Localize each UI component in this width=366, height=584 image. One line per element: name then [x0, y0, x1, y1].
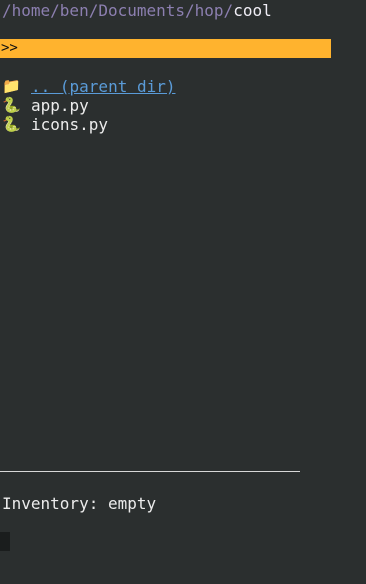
list-item-parent-dir[interactable]: 📁 .. (parent dir) [2, 77, 176, 96]
file-name[interactable]: icons.py [31, 115, 108, 134]
path-prefix: /home/ben/Documents/hop/ [2, 1, 234, 20]
inventory-status: Inventory: empty [2, 494, 157, 513]
file-name[interactable]: app.py [31, 96, 89, 115]
current-path: /home/ben/Documents/hop/cool [2, 0, 272, 22]
folder-icon: 📁 [2, 77, 21, 95]
command-prompt[interactable]: >> [0, 39, 331, 58]
text-cursor [0, 532, 10, 551]
list-item-file[interactable]: 🐍 app.py [2, 96, 176, 115]
snake-icon: 🐍 [2, 115, 21, 133]
divider [0, 471, 300, 472]
list-item-file[interactable]: 🐍 icons.py [2, 115, 176, 134]
file-list: 📁 .. (parent dir) 🐍 app.py 🐍 icons.py [2, 77, 176, 134]
snake-icon: 🐍 [2, 96, 21, 114]
parent-dir-link[interactable]: .. (parent dir) [31, 77, 176, 96]
prompt-symbol: >> [1, 40, 18, 56]
path-current-dir: cool [233, 1, 272, 20]
